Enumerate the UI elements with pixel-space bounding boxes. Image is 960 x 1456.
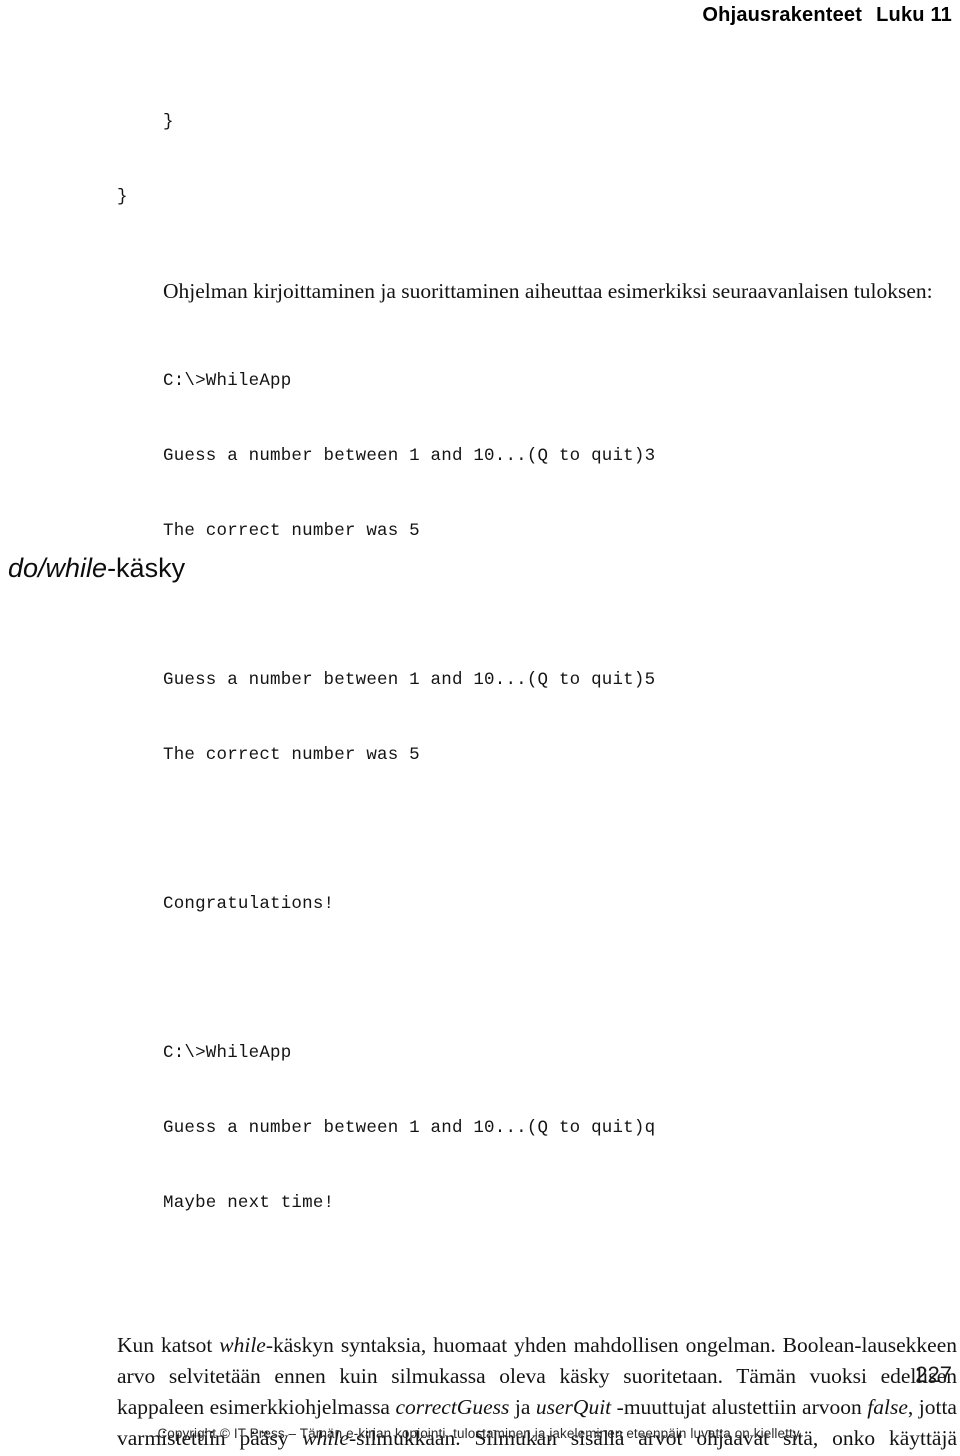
console-line: C:\>WhileApp: [163, 1043, 292, 1063]
text-run: ja: [509, 1395, 536, 1419]
running-header: Ohjausrakenteet Luku 11: [0, 4, 952, 27]
console-line: Guess a number between 1 and 10...(Q to …: [163, 1118, 656, 1138]
header-section-title: Ohjausrakenteet: [702, 4, 863, 26]
console-line: Guess a number between 1 and 10...(Q to …: [163, 670, 656, 690]
console-line: Congratulations!: [163, 894, 335, 914]
header-chapter-label: Luku 11: [876, 4, 952, 26]
code-block-closing-braces: } }: [117, 60, 957, 260]
console-line: The correct number was 5: [163, 521, 420, 541]
text-run: -muuttujat alustettiin arvoon: [611, 1395, 868, 1419]
code-term: while: [219, 1333, 266, 1357]
code-term: false: [867, 1395, 908, 1419]
content-column: } } Ohjelman kirjoittaminen ja suorittam…: [117, 60, 957, 1456]
section-heading-do-while: do/while-käsky: [8, 553, 185, 584]
console-line: C:\>WhileApp: [163, 371, 292, 391]
console-line: The correct number was 5: [163, 745, 420, 765]
code-term: userQuit: [535, 1395, 612, 1419]
page-number: 227: [915, 1362, 952, 1387]
intro-paragraph: Ohjelman kirjoittaminen ja suorittaminen…: [163, 279, 933, 303]
console-output-block-4: C:\>WhileApp Guess a number between 1 an…: [117, 991, 957, 1266]
footer-copyright: Copyright © IT Press – Tämän e-kirjan ko…: [157, 1426, 803, 1441]
console-line: Maybe next time!: [163, 1193, 335, 1213]
section-heading-keyword: do/while: [8, 553, 108, 583]
code-line: }: [163, 112, 174, 132]
console-output-block-1: C:\>WhileApp Guess a number between 1 an…: [117, 319, 957, 594]
console-output-block-3: Congratulations!: [117, 842, 957, 967]
console-line: Guess a number between 1 and 10...(Q to …: [163, 446, 656, 466]
document-page: Ohjausrakenteet Luku 11 } } Ohjelman kirj…: [0, 0, 960, 1456]
section-heading-suffix: -käsky: [107, 553, 186, 583]
text-run: Kun katsot: [117, 1333, 220, 1357]
console-output-block-2: Guess a number between 1 and 10...(Q to …: [117, 618, 957, 818]
code-term: correctGuess: [395, 1395, 510, 1419]
code-line: }: [117, 187, 128, 207]
